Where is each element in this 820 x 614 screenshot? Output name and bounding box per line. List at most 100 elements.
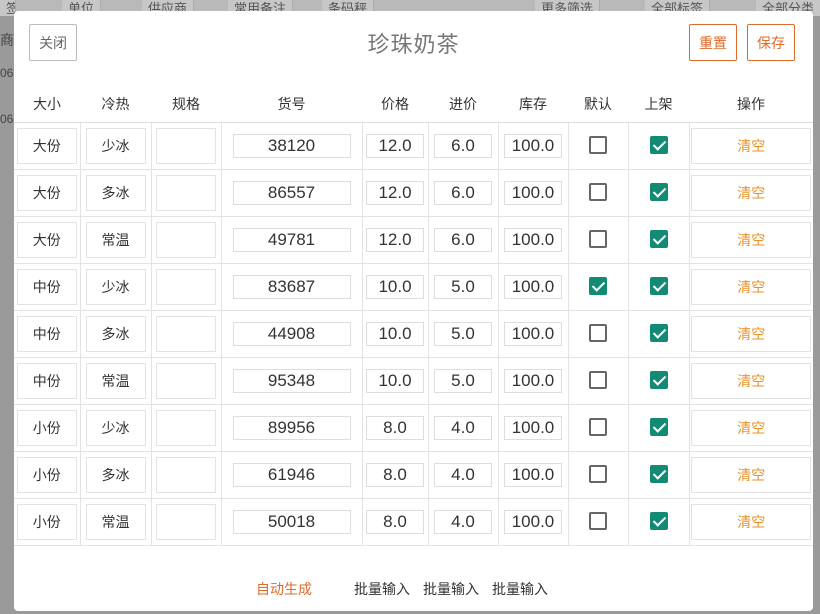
stock-input[interactable]: 100.0	[504, 321, 562, 346]
clear-button[interactable]: 清空	[691, 503, 812, 540]
listed-checkbox[interactable]	[649, 136, 668, 155]
stock-input[interactable]: 100.0	[504, 133, 562, 158]
clear-button[interactable]: 清空	[691, 409, 812, 446]
cost-input[interactable]: 5.0	[434, 321, 492, 346]
clear-button[interactable]: 清空	[691, 315, 812, 352]
clear-button[interactable]: 清空	[691, 456, 812, 493]
cost-input[interactable]: 4.0	[434, 415, 492, 440]
default-checkbox[interactable]	[589, 371, 607, 390]
size-field[interactable]: 大份	[16, 127, 77, 164]
size-field[interactable]: 小份	[16, 456, 77, 493]
item-code-input[interactable]: 61946	[232, 462, 351, 487]
spec-field[interactable]	[156, 174, 216, 211]
listed-checkbox[interactable]	[649, 512, 668, 531]
temperature-field[interactable]: 多冰	[85, 456, 146, 493]
spec-field[interactable]	[156, 409, 216, 446]
item-code-input[interactable]: 38120	[232, 133, 351, 158]
header-listed: 上架	[628, 86, 689, 123]
temperature-cell: 多冰	[80, 451, 152, 499]
spec-field[interactable]	[156, 503, 216, 540]
price-input[interactable]: 12.0	[366, 227, 424, 252]
stock-input[interactable]: 100.0	[504, 368, 562, 393]
temperature-field[interactable]: 少冰	[85, 127, 146, 164]
stock-input[interactable]: 100.0	[504, 415, 562, 440]
stock-input[interactable]: 100.0	[504, 509, 562, 534]
item-code-input[interactable]: 89956	[232, 415, 351, 440]
spec-field[interactable]	[156, 221, 216, 258]
clear-button[interactable]: 清空	[691, 174, 812, 211]
listed-checkbox[interactable]	[649, 418, 668, 437]
temperature-field[interactable]: 常温	[85, 221, 146, 258]
batch-stock-button[interactable]: 批量输入	[492, 579, 548, 599]
cost-input[interactable]: 5.0	[434, 274, 492, 299]
batch-cost-button[interactable]: 批量输入	[423, 579, 479, 599]
cost-input[interactable]: 6.0	[434, 133, 492, 158]
price-input[interactable]: 8.0	[366, 509, 424, 534]
auto-generate-button[interactable]: 自动生成	[256, 579, 312, 599]
temperature-field[interactable]: 多冰	[85, 174, 146, 211]
default-checkbox[interactable]	[589, 512, 607, 531]
default-checkbox[interactable]	[589, 230, 607, 249]
size-field[interactable]: 中份	[16, 315, 77, 352]
temperature-field[interactable]: 少冰	[85, 268, 146, 305]
default-checkbox[interactable]	[589, 277, 607, 296]
listed-checkbox[interactable]	[649, 465, 668, 484]
temperature-field[interactable]: 常温	[85, 503, 146, 540]
listed-checkbox[interactable]	[649, 371, 668, 390]
stock-input[interactable]: 100.0	[504, 274, 562, 299]
size-field[interactable]: 中份	[16, 268, 77, 305]
listed-checkbox[interactable]	[649, 324, 668, 343]
price-input[interactable]: 10.0	[366, 321, 424, 346]
size-field[interactable]: 大份	[16, 221, 77, 258]
price-input[interactable]: 10.0	[366, 368, 424, 393]
clear-button[interactable]: 清空	[691, 127, 812, 164]
cost-input[interactable]: 5.0	[434, 368, 492, 393]
listed-checkbox[interactable]	[649, 230, 668, 249]
size-field[interactable]: 小份	[16, 409, 77, 446]
stock-input[interactable]: 100.0	[504, 180, 562, 205]
default-checkbox[interactable]	[589, 418, 607, 437]
size-field[interactable]: 小份	[16, 503, 77, 540]
stock-input[interactable]: 100.0	[504, 462, 562, 487]
clear-button[interactable]: 清空	[691, 362, 812, 399]
item-code-input[interactable]: 86557	[232, 180, 351, 205]
stock-input[interactable]: 100.0	[504, 227, 562, 252]
item-code-input[interactable]: 50018	[232, 509, 351, 534]
item-code-input[interactable]: 95348	[232, 368, 351, 393]
price-input[interactable]: 8.0	[366, 462, 424, 487]
cost-input[interactable]: 4.0	[434, 509, 492, 534]
listed-cell	[628, 498, 690, 546]
price-input[interactable]: 10.0	[366, 274, 424, 299]
spec-field[interactable]	[156, 456, 216, 493]
batch-price-button[interactable]: 批量输入	[354, 579, 410, 599]
size-field[interactable]: 中份	[16, 362, 77, 399]
spec-field[interactable]	[156, 362, 216, 399]
cost-input[interactable]: 6.0	[434, 227, 492, 252]
cost-input[interactable]: 4.0	[434, 462, 492, 487]
price-input[interactable]: 8.0	[366, 415, 424, 440]
cost-input[interactable]: 6.0	[434, 180, 492, 205]
spec-field[interactable]	[156, 315, 216, 352]
reset-button[interactable]: 重置	[689, 24, 737, 61]
item-code-input[interactable]: 83687	[232, 274, 351, 299]
size-field[interactable]: 大份	[16, 174, 77, 211]
clear-button[interactable]: 清空	[691, 221, 812, 258]
price-input[interactable]: 12.0	[366, 133, 424, 158]
temperature-field[interactable]: 多冰	[85, 315, 146, 352]
temperature-field[interactable]: 常温	[85, 362, 146, 399]
listed-checkbox[interactable]	[649, 183, 668, 202]
default-checkbox[interactable]	[589, 136, 607, 155]
stock-cell: 100.0	[498, 216, 569, 264]
spec-field[interactable]	[156, 268, 216, 305]
price-input[interactable]: 12.0	[366, 180, 424, 205]
spec-field[interactable]	[156, 127, 216, 164]
temperature-field[interactable]: 少冰	[85, 409, 146, 446]
listed-checkbox[interactable]	[649, 277, 668, 296]
default-checkbox[interactable]	[589, 183, 607, 202]
item-code-input[interactable]: 49781	[232, 227, 351, 252]
save-button[interactable]: 保存	[747, 24, 795, 61]
default-checkbox[interactable]	[589, 465, 607, 484]
item-code-input[interactable]: 44908	[232, 321, 351, 346]
clear-button[interactable]: 清空	[691, 268, 812, 305]
default-checkbox[interactable]	[589, 324, 607, 343]
